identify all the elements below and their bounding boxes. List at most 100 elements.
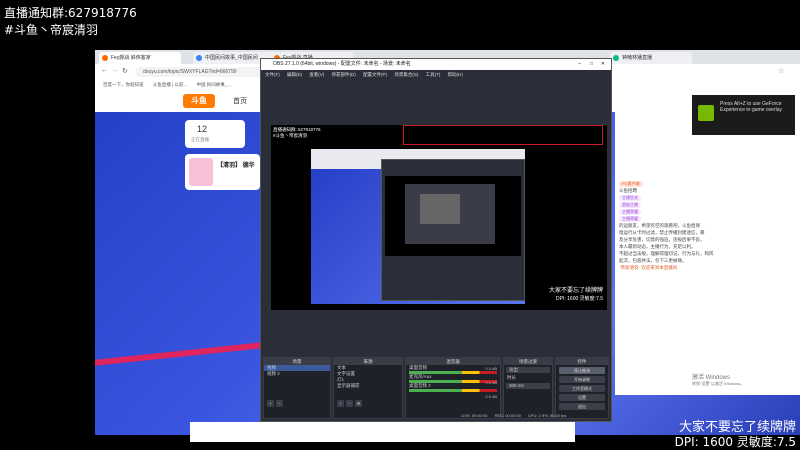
preview-red-box	[403, 125, 603, 145]
watermark-line: 激活 Windows	[692, 375, 731, 381]
mixer-dock: 混音器 桌面音频 麦克风/Aux 桌面音频 2 0.0 dB 0.0 dB 0.…	[405, 357, 501, 419]
chat-line: 本人最新动态，主播行为，充足以利，	[619, 244, 696, 249]
favicon-icon	[196, 55, 202, 61]
streamer-avatar	[189, 158, 213, 186]
chat-line: 暗运行从卡时过滤，禁止传播封建迷信，暴	[619, 230, 705, 235]
windows-watermark: 激活 Windows 转到"设置"以激活 Windows。	[692, 372, 744, 387]
minimize-icon[interactable]: –	[578, 59, 581, 70]
stream-counter: 12	[197, 124, 208, 134]
browser-tab[interactable]: Fey颜战 斜侠客家	[99, 52, 181, 64]
obs-title: OBS 27.1.0 (64bit, windows) - 配置文件: 未命名 …	[273, 61, 411, 67]
tab-label: 钟楠林播直播	[622, 55, 653, 61]
dock-title: 控件	[556, 358, 608, 365]
stream-counter-label: 正在直播	[191, 137, 209, 142]
channel-overlay: #斗鱼丶帝宸清羽	[4, 23, 99, 37]
stream-title: 【清羽】 德华	[217, 163, 255, 169]
preview-channel-label: #斗鱼丶帝宸清羽	[273, 133, 308, 138]
nav-home-link[interactable]: 首页	[233, 96, 247, 106]
mixer-level: 0.0 dB	[485, 366, 497, 371]
nested-capture	[311, 149, 525, 304]
sources-dock: 来源 文本 文字设置 灯1 显示器捕获 + − ⚙	[333, 357, 403, 419]
dpi-overlay: DPI: 1600 灵敏度:7.5	[674, 435, 796, 449]
menu-item[interactable]: 场景集合(S)	[394, 72, 418, 77]
bookmark-item[interactable]: 中国 民间故事_...	[196, 82, 231, 87]
close-icon[interactable]: ✕	[601, 59, 605, 70]
douyu-logo[interactable]: 斗鱼	[183, 94, 215, 108]
chat-panel: PC客户端 斗鱼招聘 主播狂欢 超级主播 主播荣耀 主播荣耀 的运朋友，希望有空…	[615, 110, 800, 395]
add-scene-icon[interactable]: +	[267, 400, 274, 407]
bookmark-item[interactable]: 斗鱼直播 | 以前...	[153, 82, 187, 87]
live-timer: LIVE: 00:00:00	[461, 413, 488, 418]
settings-button[interactable]: 设置	[559, 394, 605, 401]
obs-window: OBS 27.1.0 (64bit, windows) - 配置文件: 未命名 …	[260, 58, 612, 422]
chat-line: ·帝宸清羽· 欢迎来到本直播间	[619, 265, 678, 270]
mixer-level: 0.0 dB	[485, 394, 497, 399]
preview-dpi: DPI: 1600 灵敏度:7.5	[556, 296, 603, 302]
maximize-icon[interactable]: □	[590, 59, 593, 70]
favicon-icon	[613, 55, 619, 61]
nested-obs	[381, 159, 525, 301]
source-item[interactable]: 显示器捕获	[334, 383, 402, 389]
transitions-dock: 场景过渡 淡出 时长 300 ms	[503, 357, 553, 419]
bookmark-item[interactable]: 百度一下，你就知道	[103, 82, 144, 87]
nested-preview	[385, 176, 521, 256]
stream-counter-card: 12 正在直播	[185, 120, 245, 148]
obs-menu-bar: 文件(F) 编辑(E) 查看(V) 停靠部件(D) 配置文件(P) 场景集合(S…	[261, 70, 611, 79]
menu-item[interactable]: 工具(T)	[426, 72, 441, 77]
scenes-dock: 场景 视频 视频 2 + −	[263, 357, 331, 419]
dock-title: 来源	[334, 358, 402, 365]
obs-title-bar: OBS 27.1.0 (64bit, windows) - 配置文件: 未命名 …	[261, 59, 611, 70]
reload-icon[interactable]: ↻	[122, 67, 128, 75]
rec-timer: REC: 00:00:00	[494, 413, 521, 418]
menu-item[interactable]: 查看(V)	[309, 72, 324, 77]
group-number-overlay: 直播通知群:627918776	[4, 6, 137, 20]
controls-dock: 控件 停止推流 开始录制 工作室模式 设置 退出	[555, 357, 609, 419]
mixer-level: 0.0 dB	[485, 380, 497, 385]
add-source-icon[interactable]: +	[337, 400, 344, 407]
tab-label: Fey颜战 斜侠客家	[111, 55, 151, 61]
duration-label: 时长	[507, 375, 516, 380]
menu-item[interactable]: 配置文件(P)	[363, 72, 387, 77]
gear-icon[interactable]: ⚙	[355, 400, 362, 407]
browser-tab[interactable]: 钟楠林播直播	[610, 52, 692, 64]
menu-item[interactable]: 文件(F)	[265, 72, 280, 77]
geforce-overlay: Press Alt+Z to use GeForce Experience in…	[692, 95, 795, 135]
menu-item[interactable]: 编辑(E)	[287, 72, 302, 77]
forward-icon[interactable]: →	[111, 67, 118, 74]
remove-scene-icon[interactable]: −	[276, 400, 283, 407]
menu-item[interactable]: 停靠部件(D)	[332, 72, 356, 77]
chat-line: 超级主播	[615, 201, 800, 208]
back-icon[interactable]: ←	[101, 67, 108, 74]
start-recording-button[interactable]: 开始录制	[559, 376, 605, 383]
transition-select[interactable]: 淡出	[506, 367, 550, 373]
douyu-favicon-icon	[102, 55, 108, 61]
dock-title: 场景过渡	[504, 358, 552, 365]
exit-button[interactable]: 退出	[559, 403, 605, 410]
obs-preview[interactable]: 直播通知群: 627918776 #斗鱼丶帝宸清羽 大家不要忘了续牌牌 DPI:…	[271, 125, 607, 310]
duration-input[interactable]: 300 ms	[506, 383, 550, 389]
bottom-toolbar	[190, 422, 575, 442]
scene-item[interactable]: 视频 2	[264, 371, 330, 377]
watermark-line: 转到"设置"以激活 Windows。	[692, 381, 745, 386]
chat-line: 的运朋友，希望有空的观看吧，斗鱼担保	[619, 223, 700, 228]
cpu-fps: CPU: 2.9%, 60.00 fps	[527, 413, 567, 418]
chat-line: 斗鱼招聘	[619, 188, 637, 193]
chat-line: 起次，包容并法，包下三更被缘。	[619, 258, 687, 263]
volume-meter	[409, 389, 497, 392]
chat-line: 及分享危害，切莫的强迫，违规后果不良，	[619, 237, 705, 242]
streamer-card[interactable]: 【清羽】 德华	[185, 154, 260, 190]
dock-title: 混音器	[406, 358, 500, 365]
star-icon[interactable]: ☆	[778, 67, 784, 75]
chat-line: 主播荣耀	[615, 215, 800, 222]
dock-title: 场景	[264, 358, 330, 365]
menu-item[interactable]: 帮助(H)	[448, 72, 463, 77]
nested-inner-2	[420, 194, 460, 224]
obs-status-bar: LIVE: 00:00:00 REC: 00:00:00 CPU: 2.9%, …	[261, 411, 611, 420]
stop-stream-button[interactable]: 停止推流	[559, 367, 605, 374]
tab-label: 中国民间故事_中国民间	[205, 55, 258, 61]
chat-line: 主播狂欢	[615, 194, 800, 201]
chat-line: 主播荣耀	[615, 208, 800, 215]
studio-mode-button[interactable]: 工作室模式	[559, 385, 605, 392]
remove-source-icon[interactable]: −	[346, 400, 353, 407]
geforce-hint: Press Alt+Z to use GeForce Experience in…	[720, 101, 782, 113]
